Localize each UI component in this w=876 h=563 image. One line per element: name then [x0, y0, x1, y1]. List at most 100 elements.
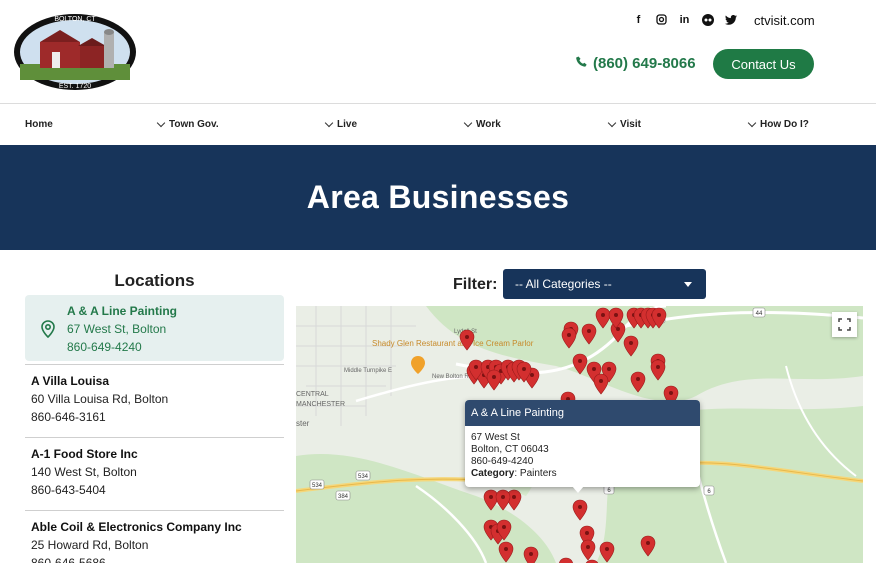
twitter-icon[interactable] — [724, 13, 737, 26]
page-banner: Area Businesses — [0, 145, 876, 250]
location-phone: 860-646-3161 — [31, 410, 106, 424]
nav-town-gov-label: Town Gov. — [169, 119, 219, 130]
linkedin-icon[interactable]: in — [678, 13, 691, 26]
locations-list: A & A Line Painting 67 West St, Bolton 8… — [25, 295, 284, 563]
nav-town-gov[interactable]: Town Gov. — [156, 118, 219, 130]
popup-category: Category: Painters — [471, 468, 694, 480]
map-pin-dot — [587, 329, 591, 333]
map-road-label: Middle Turnpike E — [344, 368, 392, 374]
map-pin-dot — [501, 495, 505, 499]
location-item[interactable]: Able Coil & Electronics Company Inc 25 H… — [25, 511, 284, 563]
nav-visit[interactable]: Visit — [607, 118, 641, 130]
map-pin-dot — [522, 367, 526, 371]
chevron-down-icon — [156, 118, 166, 127]
chevron-down-icon — [607, 118, 617, 127]
map-pin-dot — [599, 379, 603, 383]
popup-category-value: : Painters — [514, 468, 557, 479]
map-pin-dot — [578, 505, 582, 509]
location-name: A & A Line Painting — [67, 304, 177, 318]
tripadvisor-icon[interactable] — [701, 13, 714, 26]
popup-body: 67 West St Bolton, CT 06043 860-649-4240… — [465, 426, 700, 486]
location-name: Able Coil & Electronics Company Inc — [31, 520, 242, 534]
popup-phone: 860-649-4240 — [471, 456, 534, 467]
location-item[interactable]: A-1 Food Store Inc 140 West St, Bolton 8… — [25, 438, 284, 511]
map-pin-dot — [605, 547, 609, 551]
fullscreen-button[interactable] — [832, 312, 857, 337]
map-pin-dot — [502, 525, 506, 529]
instagram-icon[interactable] — [655, 13, 668, 26]
nav-how-do-i[interactable]: How Do I? — [747, 118, 809, 130]
map-poi-label: Shady Glen Restaurant and Ice Cream Parl… — [372, 339, 534, 348]
logo-bottom-text: EST. 1720 — [59, 83, 91, 90]
facebook-icon[interactable]: f — [632, 13, 645, 26]
popup-city: Bolton, CT 06043 — [471, 444, 549, 455]
map-area-label: ster — [296, 419, 310, 428]
shield-label: 44 — [756, 311, 763, 317]
main-nav: Home Town Gov. Live Work Visit How Do I? — [0, 105, 876, 145]
map-pin-dot — [529, 552, 533, 556]
location-phone: 860-649-4240 — [67, 340, 142, 354]
location-item[interactable]: A Villa Louisa 60 Villa Louisa Rd, Bolto… — [25, 365, 284, 438]
shield-label: 384 — [338, 494, 349, 500]
phone-icon — [576, 55, 588, 72]
map-road-label: New Bolton Rd — [432, 374, 472, 380]
map-pin-dot — [601, 313, 605, 317]
map-info-popup[interactable]: A & A Line Painting 67 West St Bolton, C… — [465, 400, 700, 487]
locations-title: Locations — [114, 271, 195, 290]
chevron-down-icon — [324, 118, 334, 127]
location-address: 67 West St, Bolton — [67, 322, 167, 336]
map-pin-dot — [504, 547, 508, 551]
filter-label: Filter: — [453, 276, 498, 293]
map-pin-dot — [489, 495, 493, 499]
location-name: A Villa Louisa — [31, 374, 110, 388]
map-pin-dot — [656, 365, 660, 369]
map-pin-dot — [636, 377, 640, 381]
shield-label: 534 — [358, 474, 369, 480]
location-item[interactable]: A & A Line Painting 67 West St, Bolton 8… — [25, 295, 284, 361]
location-address: 140 West St, Bolton — [31, 465, 137, 479]
location-phone: 860-643-5404 — [31, 483, 106, 497]
page-title: Area Businesses — [306, 179, 570, 215]
map-pin-dot — [629, 341, 633, 345]
contact-us-button[interactable]: Contact Us — [713, 49, 814, 79]
map-pin-dot — [530, 373, 534, 377]
map-pin-dot — [657, 313, 661, 317]
map-pin-dot — [646, 541, 650, 545]
header-phone[interactable]: (860) 649-8066 — [576, 55, 696, 72]
shield-label: 534 — [312, 483, 323, 489]
location-phone: 860-646-5686 — [31, 556, 106, 563]
caret-down-icon — [684, 282, 692, 287]
map-pin-dot — [669, 391, 673, 395]
map-pin-dot — [586, 545, 590, 549]
nav-work-label: Work — [476, 119, 501, 130]
nav-home[interactable]: Home — [25, 119, 53, 130]
map-pin-dot — [607, 367, 611, 371]
chevron-down-icon — [747, 118, 757, 127]
map-pin-dot — [585, 531, 589, 535]
map-pin-dot — [592, 367, 596, 371]
phone-number: (860) 649-8066 — [593, 55, 696, 72]
filter-selected-value: -- All Categories -- — [515, 277, 612, 291]
popup-category-label: Category — [471, 468, 515, 479]
chevron-down-icon — [463, 118, 473, 127]
popup-street: 67 West St — [471, 432, 520, 443]
logo-top-text: BOLTON, CT — [54, 16, 96, 23]
location-address: 25 Howard Rd, Bolton — [31, 538, 149, 552]
map-pin-dot — [492, 375, 496, 379]
map-pin-dot — [512, 495, 516, 499]
ctvisit-link[interactable]: ctvisit.com — [754, 13, 815, 28]
map-pin-icon — [41, 320, 55, 339]
social-links: f in — [632, 13, 737, 26]
nav-live-label: Live — [337, 119, 358, 130]
popup-tail — [572, 486, 584, 493]
map-pin-dot — [614, 313, 618, 317]
category-filter-select[interactable]: -- All Categories -- — [503, 269, 706, 299]
map-pin-dot — [567, 333, 571, 337]
location-name: A-1 Food Store Inc — [31, 447, 138, 461]
location-address: 60 Villa Louisa Rd, Bolton — [31, 392, 169, 406]
nav-work[interactable]: Work — [463, 118, 501, 130]
nav-live[interactable]: Live — [324, 118, 358, 130]
fullscreen-icon — [838, 318, 851, 331]
popup-title: A & A Line Painting — [465, 400, 700, 426]
bolton-logo[interactable]: BOLTON, CT EST. 1720 — [12, 12, 138, 92]
